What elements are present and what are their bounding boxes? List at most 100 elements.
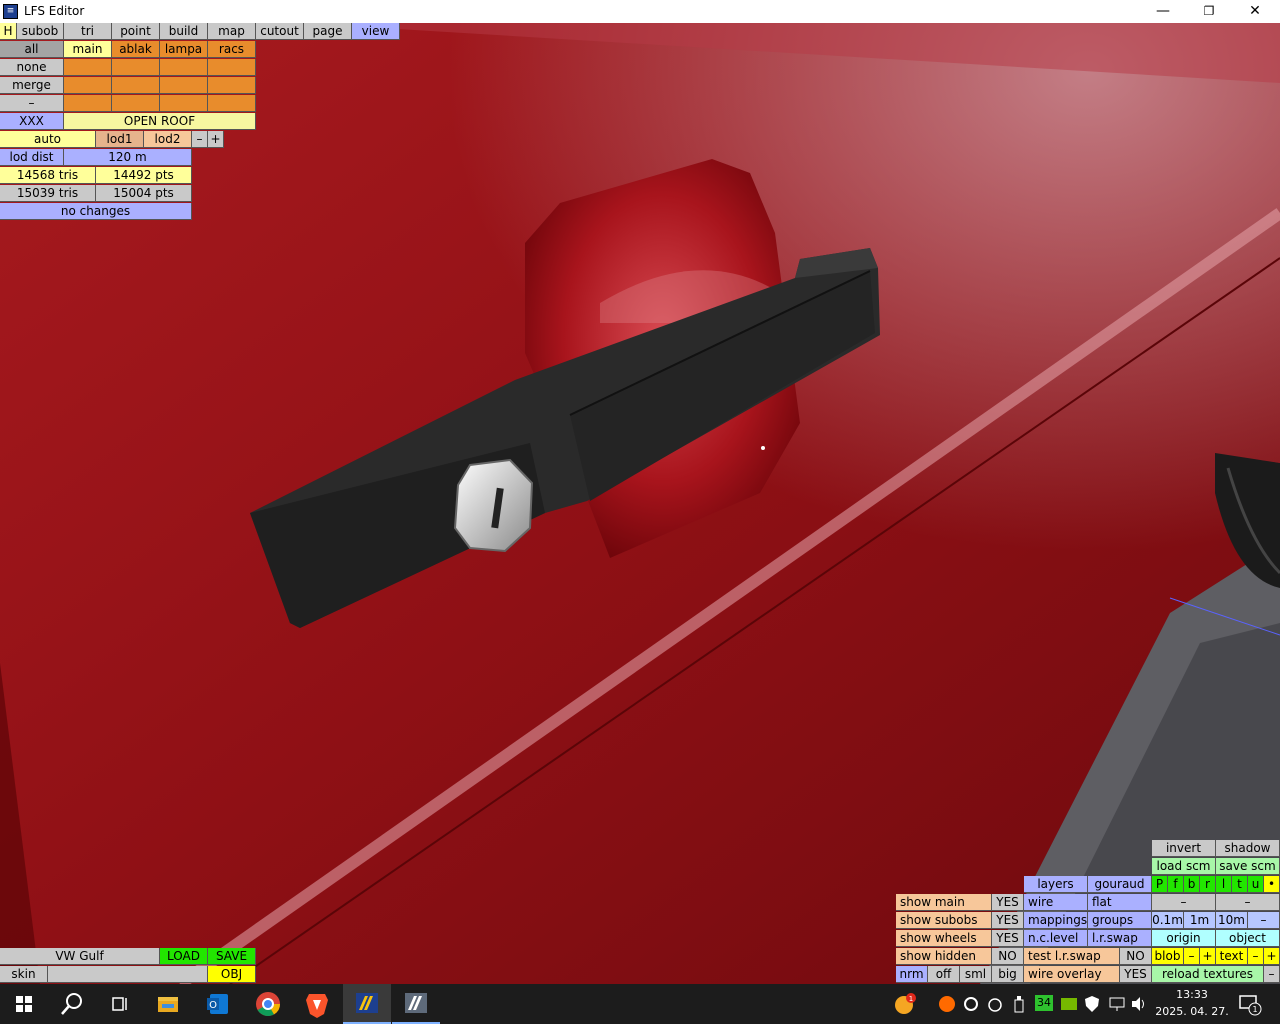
- clock-time[interactable]: 13:33: [1162, 988, 1222, 1004]
- tab-cutout[interactable]: cutout: [256, 23, 304, 40]
- reload-textures-button[interactable]: reload textures: [1152, 966, 1264, 983]
- grid-10m-button[interactable]: 10m: [1216, 912, 1248, 929]
- view-letter-r[interactable]: r: [1200, 876, 1216, 893]
- xxx-button[interactable]: XXX: [0, 113, 64, 130]
- view-letter-b[interactable]: b: [1184, 876, 1200, 893]
- show-main-toggle[interactable]: YES: [992, 894, 1024, 911]
- close-button[interactable]: ✕: [1232, 0, 1278, 23]
- lfs-taskbar-button[interactable]: [392, 984, 440, 1024]
- h-button[interactable]: H: [0, 23, 17, 40]
- view-letter-P[interactable]: P: [1152, 876, 1168, 893]
- file-explorer-button[interactable]: [144, 984, 192, 1024]
- sync-icon[interactable]: [962, 995, 980, 1013]
- save-button[interactable]: SAVE: [208, 948, 256, 965]
- skin-field[interactable]: [48, 966, 208, 983]
- flat-button[interactable]: flat: [1088, 894, 1152, 911]
- tab-page[interactable]: page: [304, 23, 352, 40]
- search-button[interactable]: [48, 984, 96, 1024]
- start-button[interactable]: [0, 984, 48, 1024]
- lod-minus-button[interactable]: –: [192, 131, 208, 148]
- load-button[interactable]: LOAD: [160, 948, 208, 965]
- lod-auto-button[interactable]: auto: [0, 131, 96, 148]
- tab-view[interactable]: view: [352, 23, 400, 40]
- reload-dash-button[interactable]: –: [1264, 966, 1280, 983]
- notification-orange-icon[interactable]: 1: [893, 992, 919, 1018]
- 3d-viewport[interactable]: H all none merge – main ablak lampa racs…: [0, 23, 1280, 984]
- subobject-cell[interactable]: [208, 59, 256, 76]
- lod2-button[interactable]: lod2: [144, 131, 192, 148]
- lr-swap-button[interactable]: l.r.swap: [1088, 930, 1152, 947]
- subobject-cell[interactable]: [64, 95, 112, 112]
- subobject-cell[interactable]: [208, 77, 256, 94]
- tab-subob[interactable]: subob: [17, 23, 64, 40]
- wire-overlay-toggle[interactable]: YES: [1120, 966, 1152, 983]
- origin-button[interactable]: origin: [1152, 930, 1216, 947]
- subobject-cell[interactable]: [64, 77, 112, 94]
- network-icon[interactable]: [1108, 995, 1126, 1013]
- subobject-cell[interactable]: [112, 59, 160, 76]
- off-button[interactable]: off: [928, 966, 960, 983]
- nrm-button[interactable]: nrm: [896, 966, 928, 983]
- wire-button[interactable]: wire: [1024, 894, 1088, 911]
- subobject-cell[interactable]: [160, 77, 208, 94]
- subobject-cell[interactable]: [112, 95, 160, 112]
- big-button[interactable]: big: [992, 966, 1024, 983]
- subobject-racs[interactable]: racs: [208, 41, 256, 58]
- tab-point[interactable]: point: [112, 23, 160, 40]
- view-letter-l[interactable]: l: [1216, 876, 1232, 893]
- lod-dist-value[interactable]: 120 m: [64, 149, 192, 166]
- nvidia-icon[interactable]: [1060, 995, 1078, 1013]
- subobject-cell[interactable]: [160, 59, 208, 76]
- sml-button[interactable]: sml: [960, 966, 992, 983]
- mappings-button[interactable]: mappings: [1024, 912, 1088, 929]
- lfs-editor-taskbar-button[interactable]: [343, 984, 391, 1024]
- merge-button[interactable]: merge: [0, 77, 64, 94]
- all-button[interactable]: all: [0, 41, 64, 58]
- dash-left-button[interactable]: –: [1152, 894, 1216, 911]
- obj-button[interactable]: OBJ: [208, 966, 256, 983]
- task-view-button[interactable]: [96, 984, 144, 1024]
- subobject-cell[interactable]: [112, 77, 160, 94]
- blob-minus-button[interactable]: –: [1184, 948, 1200, 965]
- grid-01m-button[interactable]: 0.1m: [1152, 912, 1184, 929]
- show-wheels-toggle[interactable]: YES: [992, 930, 1024, 947]
- tab-map[interactable]: map: [208, 23, 256, 40]
- subobject-ablak[interactable]: ablak: [112, 41, 160, 58]
- view-letter-t[interactable]: t: [1232, 876, 1248, 893]
- layers-button[interactable]: layers: [1024, 876, 1088, 893]
- circle-tray-icon[interactable]: [986, 995, 1004, 1013]
- view-letter-f[interactable]: f: [1168, 876, 1184, 893]
- view-letter-dot[interactable]: •: [1264, 876, 1280, 893]
- gouraud-button[interactable]: gouraud: [1088, 876, 1152, 893]
- clock-date[interactable]: 2025. 04. 27.: [1152, 1005, 1232, 1021]
- blob-plus-button[interactable]: +: [1200, 948, 1216, 965]
- object-button[interactable]: object: [1216, 930, 1280, 947]
- volume-icon[interactable]: [1130, 995, 1148, 1013]
- app-tray-icon[interactable]: [938, 995, 956, 1013]
- nc-level-button[interactable]: n.c.level: [1024, 930, 1088, 947]
- save-scm-button[interactable]: save scm: [1216, 858, 1280, 875]
- open-roof-button[interactable]: OPEN ROOF: [64, 113, 256, 130]
- chrome-button[interactable]: [244, 984, 292, 1024]
- groups-button[interactable]: groups: [1088, 912, 1152, 929]
- minimize-button[interactable]: —: [1140, 0, 1186, 23]
- dash-right-button[interactable]: –: [1216, 894, 1280, 911]
- notification-center-icon[interactable]: 1: [1238, 994, 1262, 1016]
- none-button[interactable]: none: [0, 59, 64, 76]
- tab-build[interactable]: build: [160, 23, 208, 40]
- view-letter-u[interactable]: u: [1248, 876, 1264, 893]
- restore-button[interactable]: ❐: [1186, 0, 1232, 23]
- show-hidden-toggle[interactable]: NO: [992, 948, 1024, 965]
- show-subobs-toggle[interactable]: YES: [992, 912, 1024, 929]
- text-minus-button[interactable]: –: [1248, 948, 1264, 965]
- grid-1m-button[interactable]: 1m: [1184, 912, 1216, 929]
- subobject-cell[interactable]: [208, 95, 256, 112]
- usb-icon[interactable]: [1012, 994, 1026, 1014]
- grid-dash-button[interactable]: –: [1248, 912, 1280, 929]
- brave-button[interactable]: [293, 984, 341, 1024]
- subobject-cell[interactable]: [160, 95, 208, 112]
- load-scm-button[interactable]: load scm: [1152, 858, 1216, 875]
- tab-tri[interactable]: tri: [64, 23, 112, 40]
- subobject-lampa[interactable]: lampa: [160, 41, 208, 58]
- badge-34-icon[interactable]: 34: [1035, 995, 1053, 1011]
